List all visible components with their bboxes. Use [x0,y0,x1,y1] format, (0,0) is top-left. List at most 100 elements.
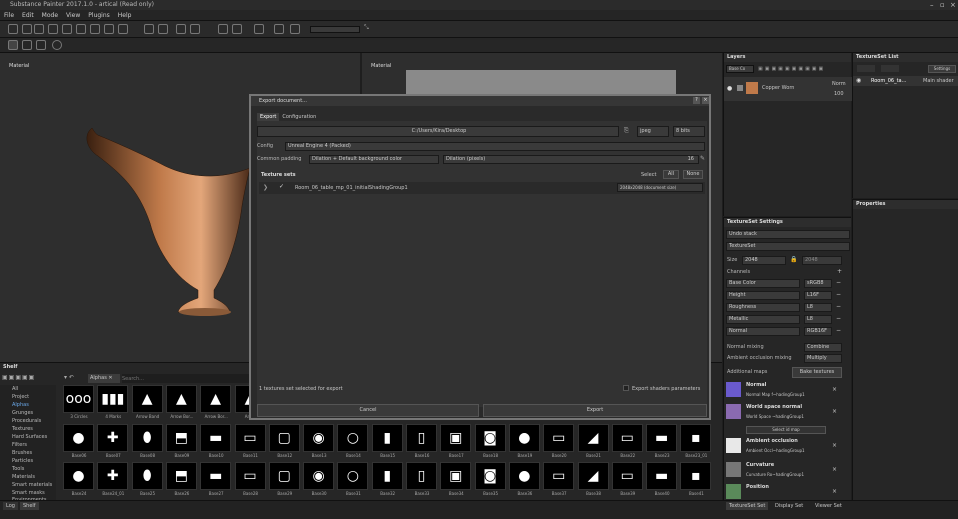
map-sub[interactable]: Normal Map f~hadingGroup1 [746,392,805,397]
settings-icon[interactable] [52,40,62,50]
alpha-thumbnail[interactable]: ⬮ [131,424,163,452]
alpha-thumbnail[interactable]: ⬒ [165,424,197,452]
grid-icon[interactable] [232,24,242,34]
clear-map-icon[interactable]: × [832,442,837,449]
alpha-thumbnail[interactable]: ▣ [440,424,472,452]
map-sub[interactable]: Ambient Occl~hadingGroup1 [746,448,805,453]
cube-icon[interactable] [254,24,264,34]
expand-arrow-icon[interactable]: ❯ [263,184,268,191]
channel-format[interactable]: L16F [804,291,832,300]
settings-button[interactable]: Settings [928,65,956,73]
map-sub[interactable]: World Space ~hadingGroup1 [746,414,804,419]
select-id-map-button[interactable]: Select id map [746,426,826,434]
tsl-tab-b[interactable] [881,65,899,72]
alpha-thumbnail[interactable]: ⬒ [165,462,197,490]
mirror-x-icon[interactable] [176,24,186,34]
remove-channel-icon[interactable]: − [836,327,841,334]
render-icon[interactable] [290,24,300,34]
alpha-thumbnail[interactable]: ▯ [406,462,437,490]
menu-help[interactable]: Help [114,10,136,21]
lazy-mouse-icon[interactable] [158,24,168,34]
bit-depth-select[interactable]: 8 bits [673,126,705,137]
alpha-thumbnail[interactable]: ◙ [474,424,506,452]
close-dialog-icon[interactable]: × [702,97,709,104]
alpha-thumbnail[interactable]: ▭ [543,424,575,452]
map-sub[interactable]: Curvature Ro~hadingGroup1 [746,472,804,477]
edit-icon[interactable]: ✎ [700,155,705,162]
tsl-tab-a[interactable] [857,65,875,72]
lock-icon[interactable]: 🔒 [790,256,797,263]
remove-channel-icon[interactable]: − [836,303,841,310]
channel-format[interactable]: sRGB8 [804,279,832,288]
size-select[interactable]: 2048 [742,256,786,265]
undo-stack[interactable]: Undo stack [726,230,850,239]
smudge-icon[interactable] [90,24,100,34]
tab-configuration[interactable]: Configuration [279,113,319,121]
paint-brush-icon[interactable] [34,24,44,34]
resize-icon[interactable]: ⤡ [364,24,374,34]
visibility-icon[interactable]: ● [727,85,732,92]
alpha-thumbnail[interactable]: ● [63,462,94,490]
export-icon[interactable] [22,40,32,50]
alpha-thumbnail[interactable]: ● [508,462,540,490]
tab-display-settings[interactable]: Display Set [772,502,806,510]
alpha-thumbnail[interactable]: ▮ [371,462,403,490]
alpha-thumbnail[interactable]: ▣ [440,462,472,490]
alpha-thumbnail[interactable]: ✚ [97,424,129,452]
clear-map-icon[interactable]: × [832,408,837,415]
alpha-thumbnail[interactable]: ▬ [200,424,232,452]
select-none-button[interactable]: None [683,170,703,179]
menu-plugins[interactable]: Plugins [84,10,114,21]
export-button[interactable]: Export [483,404,707,417]
textureset-shader[interactable]: Main shader [923,78,954,84]
export-path-field[interactable]: C:/Users/Kira/Desktop [257,126,619,137]
alpha-thumbnail[interactable]: ✚ [97,462,129,490]
menu-edit[interactable]: Edit [18,10,38,21]
tab-shelf[interactable]: Shelf [20,502,39,510]
alpha-thumbnail[interactable]: ◢ [577,462,609,490]
camera-icon[interactable] [274,24,284,34]
alpha-thumbnail[interactable]: ▭ [234,462,266,490]
layer-row[interactable]: ● Copper Worn Norm 100 [724,77,852,101]
tab-export[interactable]: Export [257,113,280,121]
textureset-row[interactable]: ◉ Room_06_ta... Main shader [853,76,958,86]
alpha-thumbnail[interactable]: ▲ [165,385,197,413]
tool-icon[interactable] [8,24,18,34]
remove-channel-icon[interactable]: − [836,291,841,298]
help-icon[interactable]: ? [693,97,700,104]
eraser-icon[interactable] [48,24,58,34]
select-all-button[interactable]: All [663,170,679,179]
normal-mixing-select[interactable]: Combine [804,343,842,352]
alpha-thumbnail[interactable]: ▢ [268,424,300,452]
minimize-button[interactable]: – [930,0,934,10]
alpha-thumbnail[interactable]: ○ [337,462,369,490]
alpha-thumbnail[interactable]: ▭ [234,424,266,452]
blend-select[interactable]: Base Co [726,65,754,73]
alpha-thumbnail[interactable]: ▲ [131,385,163,413]
alpha-thumbnail[interactable]: ⬮ [131,462,163,490]
clone-icon[interactable] [104,24,114,34]
alpha-thumbnail[interactable]: ▢ [268,462,300,490]
channel-format[interactable]: L8 [804,303,832,312]
alpha-thumbnail[interactable]: ▮▮▮ [97,385,129,413]
layer-opacity[interactable]: 100 [834,91,844,97]
picker-icon[interactable] [118,24,128,34]
clear-map-icon[interactable]: × [832,386,837,393]
alpha-thumbnail[interactable]: ● [63,424,94,452]
remove-channel-icon[interactable]: − [836,279,841,286]
alpha-thumbnail[interactable]: ▭ [611,462,643,490]
texture-set-row[interactable]: ❯ ✓ Room_06_table_mp_01_initialShadingGr… [259,182,705,194]
config-select[interactable]: Unreal Engine 4 (Packed) [285,142,705,151]
size-select-2[interactable]: 2048 [802,256,842,265]
alpha-thumbnail[interactable]: ◢ [577,424,609,452]
menu-file[interactable]: File [0,10,18,21]
layer-tool-icons[interactable]: ▣▣▣▣▣▣▣▣▣▣ [758,66,848,73]
alpha-thumbnail[interactable]: ▬ [646,424,678,452]
alpha-thumbnail[interactable]: ◉ [303,424,335,452]
textureset-field[interactable]: TextureSet [726,242,850,251]
menu-view[interactable]: View [62,10,84,21]
alpha-thumbnail[interactable]: ▬ [646,462,678,490]
projection-icon[interactable] [62,24,72,34]
symmetry-icon[interactable] [144,24,154,34]
format-select[interactable]: jpeg [637,126,669,137]
